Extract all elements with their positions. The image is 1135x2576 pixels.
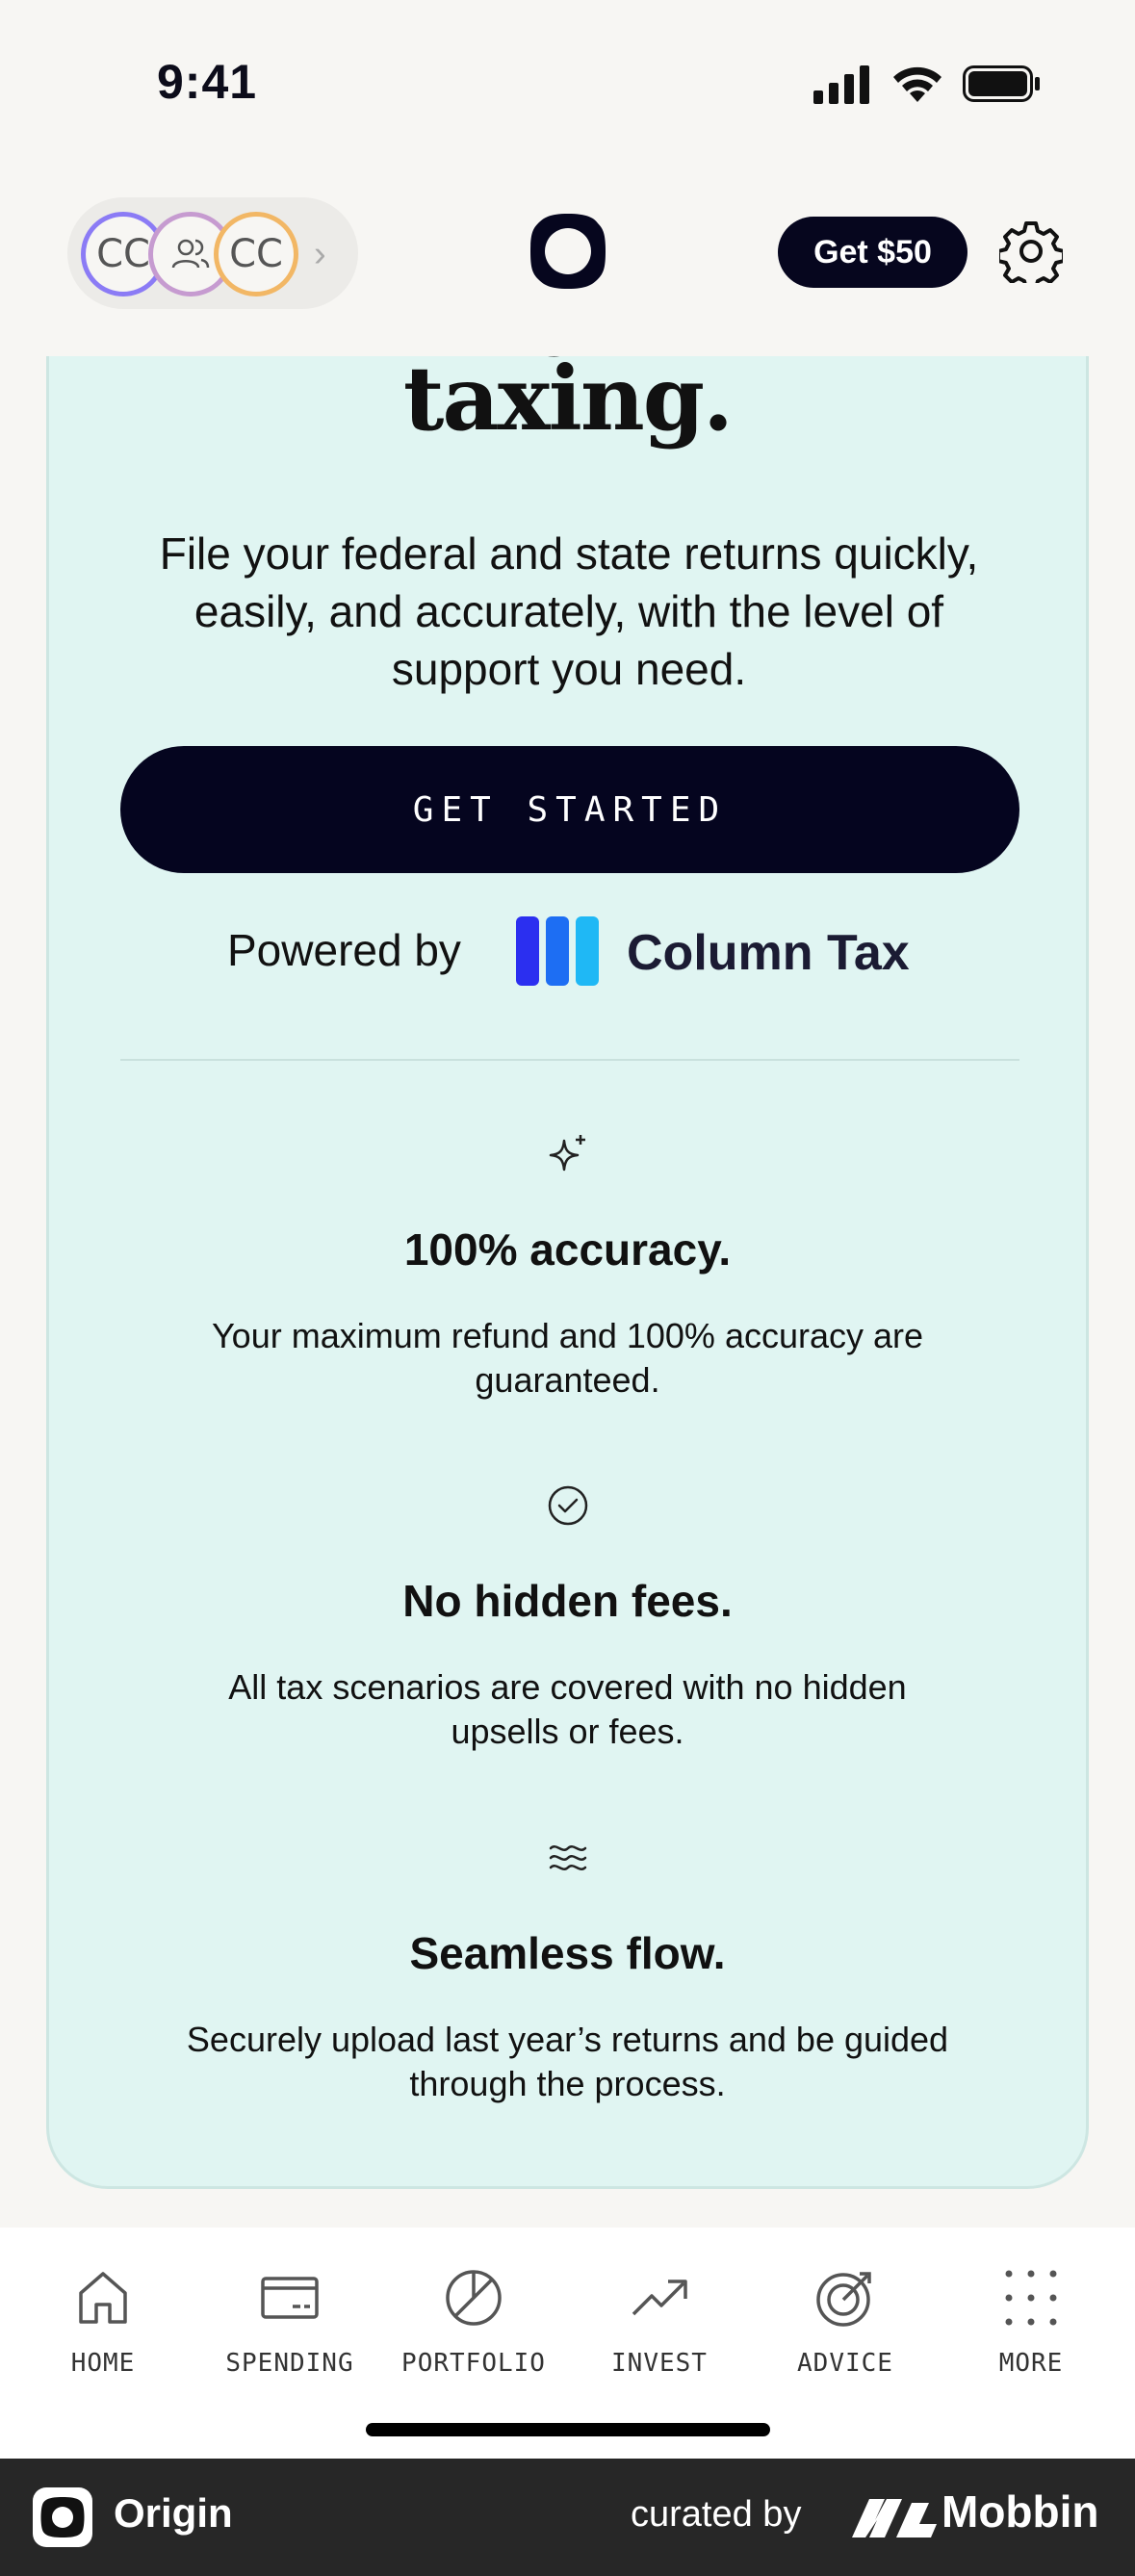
tax-filing-card: g taxing. File your federal and state re…: [46, 308, 1089, 2189]
feature-description: Your maximum refund and 100% accuracy ar…: [211, 1316, 924, 1400]
sparkle-icon: [549, 1135, 585, 1172]
get-started-button[interactable]: GET STARTED: [120, 746, 1019, 873]
nav-label: HOME: [70, 2349, 136, 2378]
target-icon: [816, 2272, 871, 2327]
referral-button[interactable]: Get $50: [778, 217, 967, 288]
nav-label: PORTFOLIO: [401, 2349, 546, 2378]
pie-chart-icon: [446, 2270, 502, 2326]
grid-dots-icon: [1005, 2270, 1057, 2326]
feature-description: All tax scenarios are covered with no hi…: [228, 1667, 907, 1751]
divider: [120, 1059, 1019, 1061]
footer-curated-label: curated by: [631, 2494, 802, 2535]
wifi-icon: [893, 66, 942, 102]
signal-icon: [813, 65, 869, 104]
feature-accuracy: 100% accuracy. Your maximum refund and 1…: [49, 1131, 1086, 1403]
footer-app-name: Origin: [114, 2490, 233, 2536]
column-tax-logo-icon: [516, 916, 599, 986]
nav-item-invest[interactable]: INVEST: [573, 2266, 746, 2378]
home-icon: [79, 2272, 127, 2324]
page-title: taxing.: [402, 347, 734, 451]
origin-app-icon: [33, 2487, 92, 2547]
feature-title: No hidden fees.: [402, 1576, 733, 1626]
mobbin-logo-icon: [852, 2499, 937, 2537]
nav-item-more[interactable]: MORE: [944, 2266, 1118, 2378]
feature-seamless: Seamless flow. Securely upload last year…: [49, 1835, 1086, 2106]
nav-label: SPENDING: [225, 2349, 354, 2378]
profile-switcher[interactable]: CC CC ›: [67, 197, 358, 309]
powered-by-row: Powered by Column Tax: [49, 914, 1086, 992]
check-circle-icon: [548, 1485, 587, 1526]
feature-no-fees: No hidden fees. All tax scenarios are co…: [49, 1482, 1086, 1754]
bottom-nav: HOME SPENDING PORTFOLIO INVEST ADVICE MO…: [0, 2228, 1135, 2459]
trend-up-icon: [632, 2280, 687, 2316]
nav-item-spending[interactable]: SPENDING: [203, 2266, 376, 2378]
nav-label: MORE: [998, 2349, 1064, 2378]
footer-bar: Origin curated by Mobbin: [0, 2459, 1135, 2576]
feature-title: Seamless flow.: [409, 1928, 726, 1978]
status-time: 9:41: [157, 55, 258, 109]
battery-icon: [963, 65, 1040, 102]
chevron-right-icon: ›: [314, 234, 326, 274]
nav-item-portfolio[interactable]: PORTFOLIO: [387, 2266, 560, 2378]
nav-item-advice[interactable]: ADVICE: [759, 2266, 932, 2378]
home-indicator: [366, 2423, 770, 2436]
app-header: CC CC › Get $50: [0, 173, 1135, 356]
nav-label: ADVICE: [797, 2349, 893, 2378]
partner-name: Column Tax: [627, 925, 910, 981]
waves-icon: [549, 1845, 586, 1870]
feature-description: Securely upload last year’s returns and …: [186, 2020, 949, 2103]
feature-title: 100% accuracy.: [403, 1224, 732, 1275]
footer-brand: Mobbin: [942, 2486, 1099, 2537]
avatar: CC: [214, 212, 298, 296]
users-icon: [171, 239, 210, 269]
card-icon: [261, 2277, 319, 2319]
powered-by-label: Powered by: [227, 925, 461, 975]
intro-text: File your federal and state returns quic…: [159, 528, 979, 694]
gear-icon[interactable]: [999, 219, 1063, 283]
origin-logo-icon: [530, 214, 606, 289]
status-bar: 9:41: [0, 0, 1135, 173]
nav-item-home[interactable]: HOME: [16, 2266, 190, 2378]
nav-label: INVEST: [611, 2349, 708, 2378]
